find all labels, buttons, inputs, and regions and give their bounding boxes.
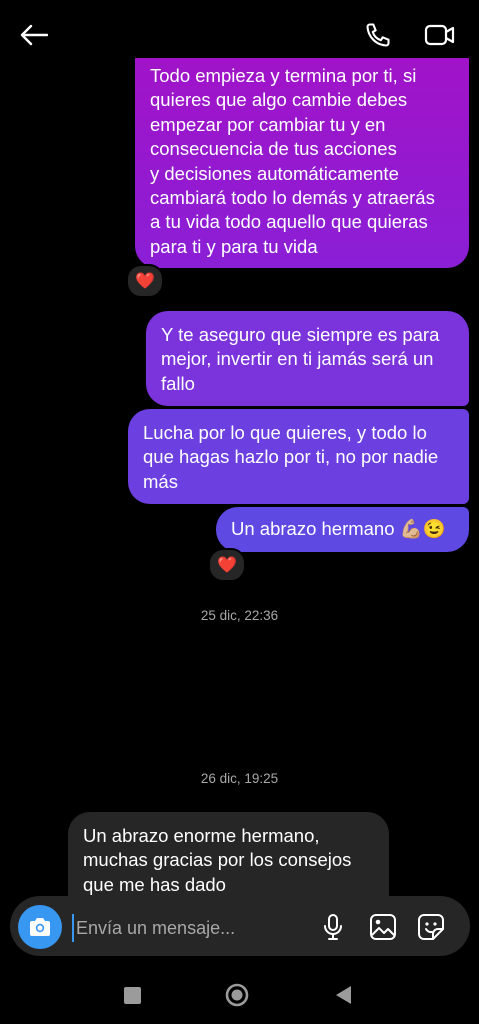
- gallery-button[interactable]: [367, 911, 399, 943]
- microphone-icon: [324, 914, 342, 940]
- recents-button[interactable]: [117, 980, 147, 1010]
- sent-message[interactable]: Lucha por lo que quieres, y todo lo que …: [128, 409, 469, 504]
- triangle-back-icon: [336, 986, 351, 1004]
- voice-message-button[interactable]: [317, 911, 349, 943]
- timestamp: 26 dic, 19:25: [200, 771, 279, 786]
- call-button[interactable]: [358, 15, 398, 55]
- sent-message[interactable]: Un abrazo hermano 💪🏼😉: [216, 507, 469, 552]
- sticker-icon: [418, 914, 444, 940]
- chat-header: [0, 0, 479, 70]
- image-icon: [370, 914, 396, 940]
- video-call-button[interactable]: [420, 15, 460, 55]
- sent-message[interactable]: Y te aseguro que siempre es para mejor, …: [146, 311, 469, 406]
- timestamp: 25 dic, 22:36: [200, 608, 279, 623]
- square-icon: [123, 986, 141, 1004]
- back-nav-button[interactable]: [328, 980, 358, 1010]
- heart-reaction[interactable]: ❤️: [208, 548, 246, 582]
- home-circle-icon: [225, 983, 249, 1007]
- system-nav-bar: [0, 962, 479, 1024]
- message-composer: [10, 896, 470, 956]
- home-button[interactable]: [222, 980, 252, 1010]
- heart-icon: ❤️: [135, 273, 155, 290]
- back-button[interactable]: [14, 15, 54, 55]
- camera-button[interactable]: [18, 905, 62, 949]
- chat-thread[interactable]: Todo empieza y termina por ti, si quiere…: [0, 0, 479, 900]
- sticker-button[interactable]: [415, 911, 447, 943]
- video-camera-icon: [424, 24, 455, 46]
- message-input[interactable]: [72, 914, 268, 942]
- back-arrow-icon: [20, 24, 48, 46]
- camera-icon: [30, 918, 50, 936]
- sent-message[interactable]: Todo empieza y termina por ti, si quiere…: [135, 58, 469, 268]
- received-message[interactable]: Un abrazo enorme hermano, muchas gracias…: [68, 812, 389, 900]
- phone-icon: [366, 23, 390, 47]
- heart-reaction[interactable]: ❤️: [126, 264, 164, 298]
- heart-icon: ❤️: [217, 557, 237, 574]
